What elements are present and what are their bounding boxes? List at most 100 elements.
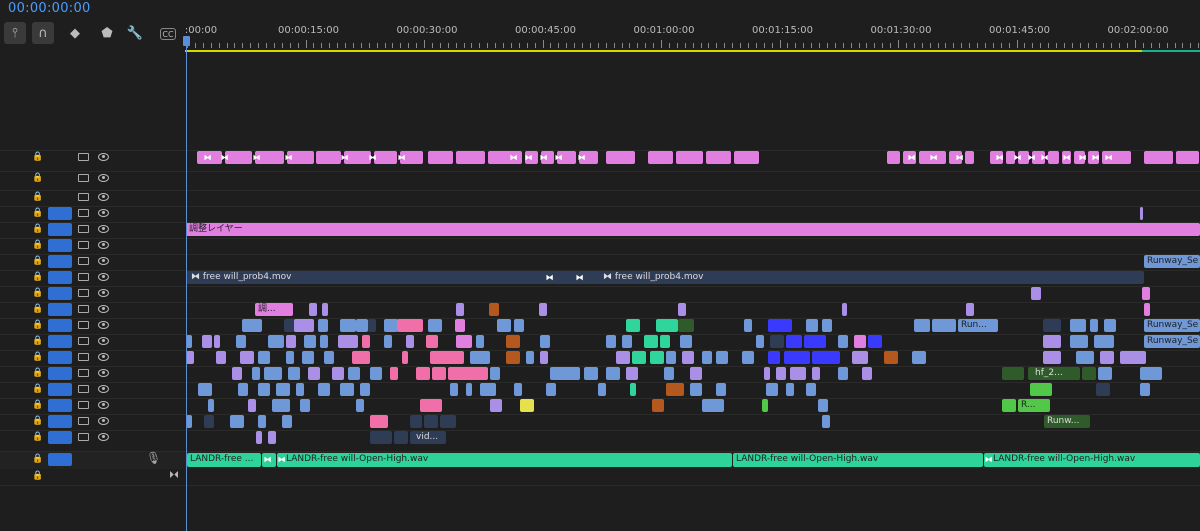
clip-v18[interactable] bbox=[428, 151, 453, 164]
clip-v7[interactable] bbox=[540, 335, 550, 348]
clip-v7[interactable]: Runway_Se bbox=[1144, 335, 1200, 348]
adjustment-layer-clip[interactable]: 調整レイヤー bbox=[186, 223, 1200, 236]
clip-v8[interactable] bbox=[1070, 319, 1086, 332]
clip-v4[interactable] bbox=[1140, 383, 1150, 396]
clip-v18[interactable] bbox=[648, 151, 673, 164]
audio-clip[interactable]: ⧓ bbox=[262, 453, 276, 467]
clip-v8[interactable] bbox=[678, 319, 694, 332]
clip-v5[interactable] bbox=[664, 367, 674, 380]
transition-icon[interactable]: ⧓ bbox=[907, 151, 916, 164]
clip-v18[interactable] bbox=[606, 151, 635, 164]
transition-icon[interactable]: ⧓ bbox=[929, 151, 938, 164]
transition-icon[interactable]: ⧓ bbox=[955, 151, 964, 164]
clip-v6[interactable] bbox=[812, 351, 840, 364]
clip-v6[interactable] bbox=[650, 351, 664, 364]
clip-v4[interactable] bbox=[318, 383, 330, 396]
clip-v3[interactable] bbox=[490, 399, 502, 412]
clip-v5[interactable] bbox=[370, 367, 382, 380]
clip-v5[interactable] bbox=[776, 367, 786, 380]
clip-v1[interactable] bbox=[256, 431, 262, 444]
clip-v5[interactable] bbox=[308, 367, 320, 380]
clip-v5[interactable] bbox=[390, 367, 398, 380]
clip-v3[interactable] bbox=[818, 399, 828, 412]
clip-v18[interactable] bbox=[734, 151, 759, 164]
transition-icon[interactable]: ⧓ bbox=[1027, 151, 1036, 164]
clip-v6[interactable] bbox=[1076, 351, 1094, 364]
transition-icon[interactable]: ⧓ bbox=[368, 151, 377, 164]
clip-v18[interactable] bbox=[316, 151, 341, 164]
clip-v7[interactable] bbox=[476, 335, 484, 348]
clip-v12[interactable]: Runway_Se bbox=[1144, 255, 1200, 268]
clip-v5[interactable] bbox=[348, 367, 360, 380]
clip-v3[interactable] bbox=[520, 399, 534, 412]
clip-v9[interactable]: 調... bbox=[255, 303, 293, 316]
clip-v9[interactable] bbox=[489, 303, 499, 316]
clip-v7[interactable] bbox=[1043, 335, 1061, 348]
clip-v7[interactable] bbox=[426, 335, 438, 348]
playhead-line[interactable] bbox=[186, 36, 187, 531]
clip-v4[interactable] bbox=[514, 383, 522, 396]
clip-v5[interactable] bbox=[550, 367, 580, 380]
transition-icon[interactable]: ⧓ bbox=[1104, 151, 1113, 164]
clip-v18[interactable] bbox=[1048, 151, 1059, 164]
clip-v4[interactable] bbox=[340, 383, 354, 396]
transition-icon[interactable]: ⧓ bbox=[575, 271, 584, 284]
clip-v9[interactable] bbox=[309, 303, 317, 316]
clip-v7[interactable] bbox=[622, 335, 632, 348]
clip-v7[interactable] bbox=[1094, 335, 1114, 348]
transition-icon[interactable]: ⧓ bbox=[554, 151, 563, 164]
clip-v5[interactable] bbox=[252, 367, 260, 380]
clip-v7[interactable] bbox=[680, 335, 692, 348]
clip-v1[interactable]: vid... bbox=[410, 431, 446, 444]
clip-v9[interactable] bbox=[456, 303, 464, 316]
clip-v6[interactable] bbox=[240, 351, 254, 364]
clip-v4[interactable] bbox=[598, 383, 606, 396]
clip-v6[interactable] bbox=[1043, 351, 1061, 364]
clip-v8[interactable] bbox=[455, 319, 465, 332]
clip-v5[interactable] bbox=[764, 367, 770, 380]
clip-v4[interactable] bbox=[716, 383, 726, 396]
clip-v5[interactable] bbox=[626, 367, 638, 380]
clip-v6[interactable] bbox=[742, 351, 754, 364]
clip-v3[interactable] bbox=[652, 399, 664, 412]
clip-v1[interactable] bbox=[394, 431, 408, 444]
clip-v7[interactable] bbox=[660, 335, 670, 348]
clip-v6[interactable] bbox=[682, 351, 694, 364]
clip-v1[interactable] bbox=[370, 431, 392, 444]
clip-v7[interactable] bbox=[838, 335, 848, 348]
clip-v7[interactable] bbox=[202, 335, 212, 348]
clip-v4[interactable] bbox=[786, 383, 794, 396]
clip-v9[interactable] bbox=[322, 303, 328, 316]
clip-v8[interactable] bbox=[768, 319, 792, 332]
clip-v5[interactable] bbox=[584, 367, 598, 380]
transition-icon[interactable]: ⧓ bbox=[263, 453, 272, 466]
clip-v3[interactable] bbox=[702, 399, 724, 412]
clip-v18[interactable] bbox=[1144, 151, 1173, 164]
transition-icon[interactable]: ⧓ bbox=[340, 151, 349, 164]
clip-v4[interactable] bbox=[296, 383, 304, 396]
transition-icon[interactable]: ⧓ bbox=[203, 151, 212, 164]
clip-v8[interactable] bbox=[1090, 319, 1098, 332]
clip-v4[interactable] bbox=[198, 383, 212, 396]
clip-v2[interactable] bbox=[230, 415, 244, 428]
transition-icon[interactable]: ⧓ bbox=[220, 151, 229, 164]
transition-icon[interactable]: ⧓ bbox=[277, 453, 286, 466]
clip-v3[interactable] bbox=[1002, 399, 1016, 412]
clip-v8[interactable] bbox=[1043, 319, 1061, 332]
clip-v6[interactable] bbox=[324, 351, 334, 364]
clip-v6[interactable] bbox=[716, 351, 728, 364]
clip-v2[interactable] bbox=[440, 415, 456, 428]
audio-clip[interactable]: LANDR-free ... bbox=[187, 453, 261, 467]
clip-v15[interactable] bbox=[1140, 207, 1143, 220]
clip-v6[interactable] bbox=[258, 351, 270, 364]
clip-v6[interactable] bbox=[632, 351, 646, 364]
clip-v8[interactable] bbox=[656, 319, 678, 332]
clip-v8[interactable] bbox=[397, 319, 423, 332]
clip-v3[interactable] bbox=[420, 399, 442, 412]
clip-v6[interactable] bbox=[702, 351, 712, 364]
clip-v7[interactable] bbox=[384, 335, 392, 348]
clip-v5[interactable] bbox=[790, 367, 806, 380]
transition-icon[interactable]: ⧓ bbox=[252, 151, 261, 164]
clip-v18[interactable] bbox=[374, 151, 397, 164]
clip-v4[interactable] bbox=[238, 383, 248, 396]
